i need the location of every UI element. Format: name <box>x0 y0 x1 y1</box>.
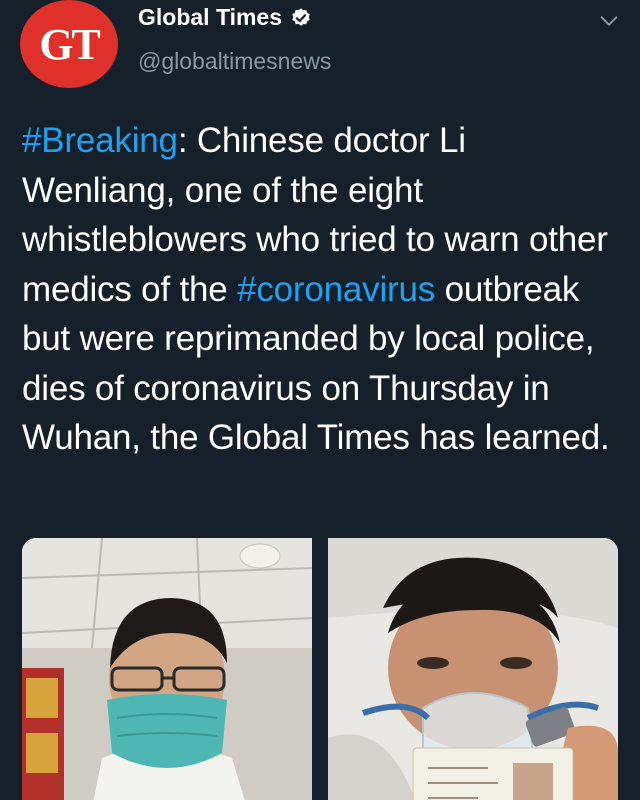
hashtag-breaking-link[interactable]: #Breaking <box>22 121 178 160</box>
photo-doctor-in-hospital-bed[interactable] <box>328 538 618 800</box>
photo-doctor-with-mask[interactable] <box>22 538 312 800</box>
avatar[interactable]: GT <box>20 0 118 88</box>
name-row: Global Times <box>138 4 312 31</box>
avatar-logo-text: GT <box>39 19 101 69</box>
tweet-card[interactable]: GT Global Times @globaltimesnews #Breaki… <box>0 0 640 800</box>
hashtag-coronavirus-link[interactable]: #coronavirus <box>237 270 435 309</box>
chevron-down-icon[interactable] <box>598 10 620 32</box>
display-name[interactable]: Global Times <box>138 4 282 31</box>
photo-doctor-in-hospital-bed-illustration <box>328 538 618 800</box>
media-grid <box>22 538 619 800</box>
user-handle[interactable]: @globaltimesnews <box>138 48 331 75</box>
verified-badge-icon <box>292 7 310 26</box>
tweet-text: #Breaking: Chinese doctor Li Wenliang, o… <box>22 116 622 463</box>
photo-doctor-with-mask-illustration <box>22 538 312 800</box>
